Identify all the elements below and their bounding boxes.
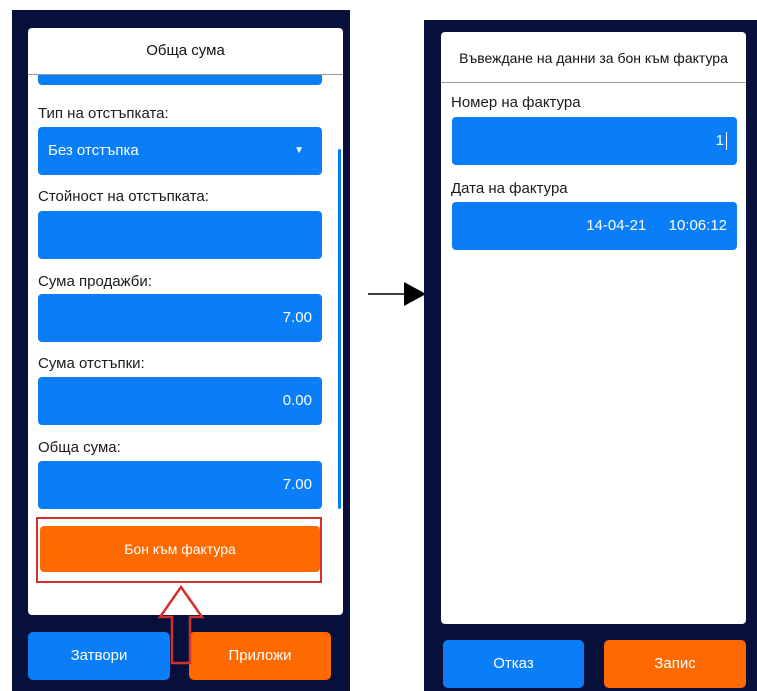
- sales-total-field[interactable]: 7.00: [38, 294, 322, 342]
- up-arrow-icon: [157, 585, 205, 665]
- discount-total-label: Сума отстъпки:: [38, 355, 145, 372]
- invoice-number-label: Номер на фактура: [451, 94, 581, 111]
- invoice-number-input[interactable]: 1: [452, 117, 737, 165]
- dialog-scroll-area[interactable]: Тип на отстъпката: Без отстъпка ▼ Стойно…: [28, 75, 343, 615]
- invoice-date-label: Дата на фактура: [451, 180, 568, 197]
- sales-total-label: Сума продажби:: [38, 273, 152, 290]
- chevron-down-icon: ▼: [294, 145, 304, 156]
- dialog-title: Обща сума: [28, 28, 343, 75]
- save-button[interactable]: Запис: [604, 640, 746, 688]
- scrolled-field[interactable]: [38, 75, 322, 85]
- dialog-title: Въвеждане на данни за бон към фактура: [441, 32, 746, 83]
- discount-total-field[interactable]: 0.00: [38, 377, 322, 425]
- total-sum-dialog: Обща сума Тип на отстъпката: Без отстъпк…: [28, 28, 343, 615]
- discount-value-label: Стойност на отстъпката:: [38, 188, 209, 205]
- discount-type-value: Без отстъпка: [48, 142, 139, 159]
- right-arrow-icon: [368, 282, 426, 306]
- grand-total-field[interactable]: 7.00: [38, 461, 322, 509]
- invoice-date-input[interactable]: 14-04-21 10:06:12: [452, 202, 737, 250]
- discount-type-label: Тип на отстъпката:: [38, 105, 169, 122]
- discount-type-select[interactable]: Без отстъпка ▼: [38, 127, 322, 175]
- invoice-button[interactable]: Бон към фактура: [40, 526, 320, 572]
- invoice-date-value: 14-04-21: [586, 217, 647, 234]
- discount-value-input[interactable]: [38, 211, 322, 259]
- text-cursor: [726, 132, 727, 151]
- invoice-time-value: 10:06:12: [668, 217, 727, 234]
- left-phone-screen: Обща сума Тип на отстъпката: Без отстъпк…: [12, 10, 350, 691]
- close-button[interactable]: Затвори: [28, 632, 170, 680]
- cancel-button[interactable]: Отказ: [443, 640, 584, 688]
- apply-button[interactable]: Приложи: [189, 632, 331, 680]
- right-phone-screen: Въвеждане на данни за бон към фактура Но…: [424, 20, 757, 691]
- grand-total-label: Обща сума:: [38, 439, 121, 456]
- scrollbar[interactable]: [338, 149, 341, 509]
- invoice-number-value: 1: [715, 132, 724, 149]
- invoice-data-dialog: Въвеждане на данни за бон към фактура Но…: [441, 32, 746, 624]
